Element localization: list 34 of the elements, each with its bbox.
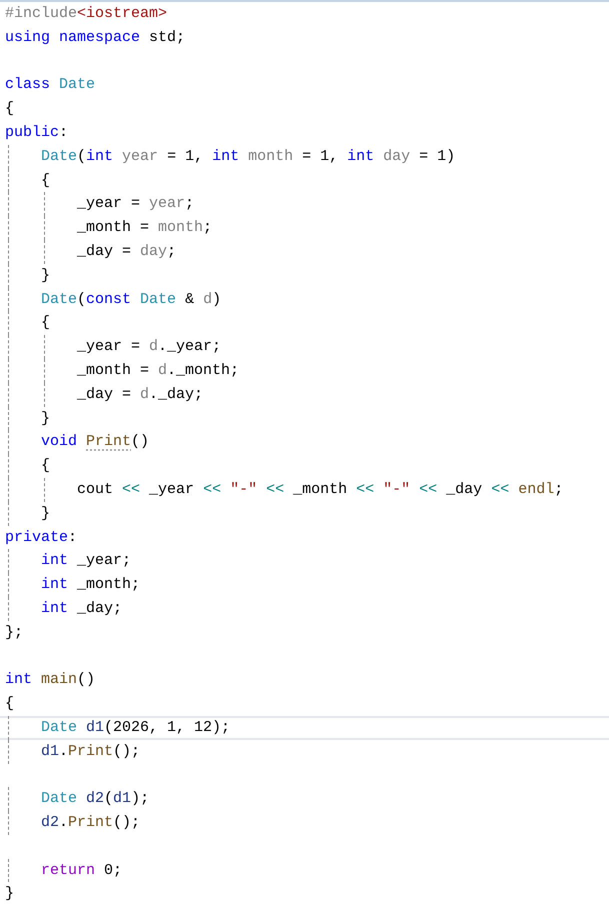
code-line: using namespace std; (5, 28, 186, 48)
code-line: _month = d._month; (76, 360, 240, 381)
code-line: int _day; (40, 598, 122, 619)
code-line: { (5, 99, 14, 119)
code-line: { (5, 694, 14, 714)
code-line: private: (5, 528, 78, 548)
code-line: int _year; (40, 551, 132, 572)
code-line: { (40, 456, 50, 476)
code-line: } (5, 884, 14, 904)
code-line: Date(const Date & d) (40, 290, 222, 310)
code-line: d1.Print(); (40, 742, 140, 762)
code-line: Date d2(d1); (40, 789, 150, 810)
code-line: } (40, 408, 50, 428)
code-line: { (40, 170, 50, 190)
code-line: public: (5, 122, 68, 143)
code-line: return 0; (40, 860, 122, 880)
code-line: } (40, 504, 50, 524)
code-line: { (40, 313, 50, 334)
code-line: cout << _year << "-" << _month << "-" << _day << endl; (76, 480, 564, 500)
code-line: _year = d._year; (76, 337, 222, 357)
code-line: _year = year; (76, 194, 194, 214)
code-line: class Date (5, 75, 96, 96)
code-line: int main() (5, 670, 96, 690)
code-line: _day = d._day; (76, 384, 204, 405)
code-line: _day = day; (76, 242, 176, 262)
code-line: Date d1(2026, 1, 12); (40, 718, 230, 738)
code-line: void Print() (40, 432, 150, 452)
code-line: Date(int year = 1, int month = 1, int day = 1) (40, 146, 456, 167)
code-line: #include<iostream> (5, 4, 168, 24)
code-line: _month = month; (76, 218, 212, 238)
code-line: } (40, 266, 50, 286)
code-line: }; (5, 622, 24, 643)
code-line: int _month; (40, 575, 140, 595)
code-line: d2.Print(); (40, 813, 140, 833)
